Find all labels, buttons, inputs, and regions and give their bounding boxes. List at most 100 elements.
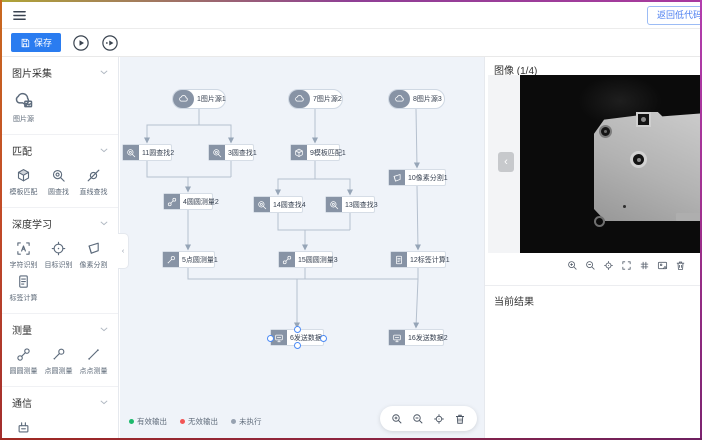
flow-canvas[interactable]: 1图片源1 7图片源2 8图片源3 11圆查找2 3圆查找1 9模板匹配1 10像素分割1 4… (120, 57, 484, 438)
tool-ocr[interactable]: 字符识别 (6, 241, 41, 270)
line-find-icon (86, 168, 101, 183)
point-point-icon (86, 347, 101, 362)
protocol-icon (16, 420, 31, 435)
save-icon (20, 38, 30, 48)
section-title: 测量 (12, 322, 32, 337)
sidebar-collapse-handle[interactable]: ‹ (118, 233, 129, 269)
tool-label: 目标识别 (45, 260, 73, 270)
connection-handle[interactable] (320, 335, 327, 342)
flow-node[interactable]: 4圆圆测量2 (163, 193, 213, 210)
image-delete-button[interactable] (675, 260, 686, 271)
flow-node[interactable]: 15圆圆测量3 (278, 251, 333, 268)
zoom-out-icon (585, 260, 596, 271)
cloud-icon (289, 90, 310, 108)
image-zoom-in-button[interactable] (567, 260, 578, 271)
tool-label: 圆查找 (48, 187, 69, 197)
flow-node[interactable]: 8图片源3 (388, 89, 445, 109)
node-label: 5点圆测量1 (179, 252, 221, 267)
image-locate-button[interactable] (603, 260, 614, 271)
section-header[interactable]: 图片采集 (2, 57, 118, 85)
canvas-locate-button[interactable] (433, 413, 445, 425)
connection-handle[interactable] (294, 342, 301, 349)
chevron-down-icon (100, 400, 108, 405)
image-grid-button[interactable] (639, 260, 650, 271)
flow-node[interactable]: 5点圆测量1 (162, 251, 215, 268)
flow-node[interactable]: 13圆查找3 (325, 196, 375, 213)
step-run-button[interactable] (101, 34, 119, 52)
image-fullscreen-button[interactable] (621, 260, 632, 271)
section-header[interactable]: 深度学习 (2, 208, 118, 236)
snapshot-icon (657, 260, 668, 271)
flow-node[interactable]: 7图片源2 (288, 89, 343, 109)
zoom-out-icon (412, 413, 424, 425)
back-to-lowcode-button[interactable]: 返回低代码 (647, 6, 702, 25)
section-items: 模板匹配圆查找直线查找 (2, 163, 118, 207)
image-toolbar (567, 260, 686, 271)
prev-image-button[interactable]: ‹ (498, 152, 514, 172)
flow-edge (315, 179, 350, 194)
tool-label-calc[interactable]: 标签计算 (6, 274, 41, 303)
flow-node[interactable]: 6发送数据1 (270, 329, 324, 346)
sidebar-section: 测量圆圆测量点圆测量点点测量 (2, 314, 118, 387)
screw-top-left (599, 125, 612, 138)
canvas-zoom-in-button[interactable] (391, 413, 403, 425)
node-label: 8图片源3 (410, 90, 445, 108)
run-button[interactable] (72, 34, 90, 52)
tool-label: 字符识别 (10, 260, 38, 270)
flow-node[interactable]: 12标签计算1 (390, 251, 446, 268)
fiducial-square (636, 112, 651, 127)
save-button[interactable]: 保存 (11, 33, 61, 52)
tool-label: 像素分割 (80, 260, 108, 270)
tool-segment[interactable]: 像素分割 (76, 241, 111, 270)
screw-center (630, 151, 647, 168)
canvas-zoom-out-button[interactable] (412, 413, 424, 425)
segment-icon (86, 241, 101, 256)
locate-icon (603, 260, 614, 271)
flow-node[interactable]: 14圆查找4 (253, 196, 303, 213)
camera-image[interactable] (520, 75, 700, 253)
legend-item: 未执行 (231, 416, 262, 427)
image-zoom-out-button[interactable] (585, 260, 596, 271)
tool-circle-find[interactable]: 圆查找 (41, 168, 76, 197)
tool-point-circle[interactable]: 点圆测量 (41, 347, 76, 376)
flow-node[interactable]: 9模板匹配1 (290, 144, 340, 161)
tool-protocol[interactable] (6, 420, 41, 438)
section-title: 深度学习 (12, 216, 52, 231)
menu-icon[interactable] (12, 8, 27, 23)
section-header[interactable]: 匹配 (2, 135, 118, 163)
flow-node[interactable]: 3圆查找1 (208, 144, 254, 161)
step-play-circle-icon (101, 34, 119, 52)
flow-node[interactable]: 16发送数据2 (388, 329, 444, 346)
result-panel-title: 当前结果 (494, 293, 534, 308)
image-snapshot-button[interactable] (657, 260, 668, 271)
tool-target[interactable]: 目标识别 (41, 241, 76, 270)
ocr-icon (16, 241, 31, 256)
circle-find-icon (51, 168, 66, 183)
flow-node[interactable]: 10像素分割1 (388, 169, 446, 186)
section-header[interactable]: 测量 (2, 314, 118, 342)
save-button-label: 保存 (34, 36, 52, 49)
tool-cloud-image[interactable]: 图片源 (6, 90, 41, 124)
flow-node[interactable]: 1图片源1 (172, 89, 226, 109)
flow-edge (278, 213, 350, 230)
connection-handle[interactable] (294, 326, 301, 333)
canvas-clear-button[interactable] (454, 413, 466, 425)
image-panel-title: 图像 (1/4) (485, 57, 700, 77)
connection-handle[interactable] (267, 335, 274, 342)
output-legend: 有效输出无效输出未执行 (129, 416, 262, 427)
section-header[interactable]: 通信 (2, 387, 118, 415)
tool-cube[interactable]: 模板匹配 (6, 168, 41, 197)
node-label: 15圆圆测量3 (295, 252, 341, 267)
screen-border-top (0, 0, 702, 2)
screen-border-left (0, 0, 2, 440)
flow-edge (417, 186, 418, 249)
tool-point-point[interactable]: 点点测量 (76, 347, 111, 376)
tool-circle-circle[interactable]: 圆圆测量 (6, 347, 41, 376)
cloud-image-icon (14, 90, 34, 110)
tool-line-find[interactable]: 直线查找 (76, 168, 111, 197)
result-panel: 图像 (1/4) ‹ 当前结果 (484, 57, 700, 438)
tool-label: 点点测量 (80, 366, 108, 376)
flow-node[interactable]: 11圆查找2 (122, 144, 172, 161)
app-window: 返回低代码 保存 图片采集图片源匹配模板匹配圆查找直线查找深度学习字符识别目标识… (0, 0, 702, 440)
top-header: 返回低代码 (2, 2, 700, 29)
